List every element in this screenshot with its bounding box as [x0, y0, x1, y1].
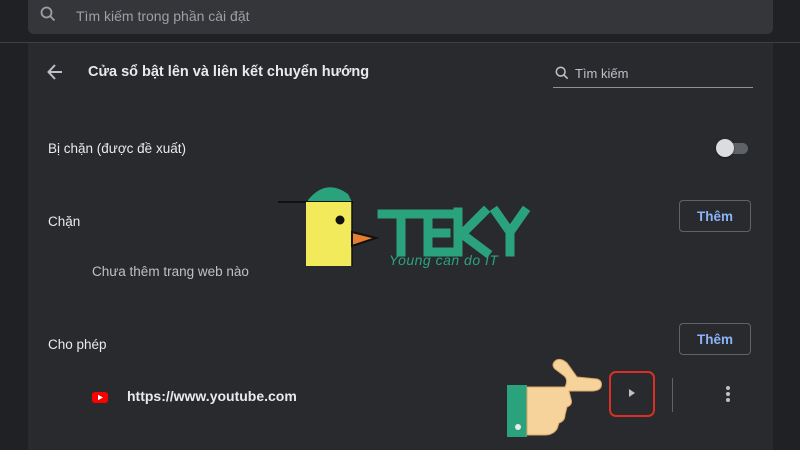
search-icon [40, 6, 56, 27]
blocked-recommended-label: Bị chặn (được đề xuất) [48, 141, 186, 156]
block-section-label: Chặn [48, 214, 81, 229]
site-details-button[interactable] [609, 371, 655, 417]
separator [672, 378, 673, 412]
block-empty-text: Chưa thêm trang web nào [92, 264, 249, 279]
page-search-field[interactable]: Tìm kiếm [553, 59, 753, 88]
blocked-recommended-toggle[interactable] [716, 139, 750, 157]
allow-section-label: Cho phép [48, 337, 107, 352]
settings-search-placeholder: Tìm kiếm trong phần cài đặt [76, 8, 250, 24]
page-search-placeholder: Tìm kiếm [575, 66, 629, 81]
top-bar: Tìm kiếm trong phần cài đặt [0, 0, 800, 42]
play-arrow-icon [628, 385, 636, 403]
toggle-knob [716, 139, 734, 157]
search-icon [555, 66, 569, 85]
back-arrow-icon[interactable] [46, 63, 64, 86]
allowed-site-url: https://www.youtube.com [127, 388, 297, 404]
youtube-icon [92, 390, 108, 403]
allow-add-button[interactable]: Thêm [679, 323, 751, 355]
teky-tagline: Young can do IT [389, 252, 499, 268]
block-add-button[interactable]: Thêm [679, 200, 751, 232]
page-title: Cửa sổ bật lên và liên kết chuyển hướng [88, 64, 370, 80]
pointing-hand-icon [505, 355, 605, 440]
more-options-icon[interactable] [721, 384, 735, 404]
settings-search-box[interactable]: Tìm kiếm trong phần cài đặt [28, 0, 773, 34]
